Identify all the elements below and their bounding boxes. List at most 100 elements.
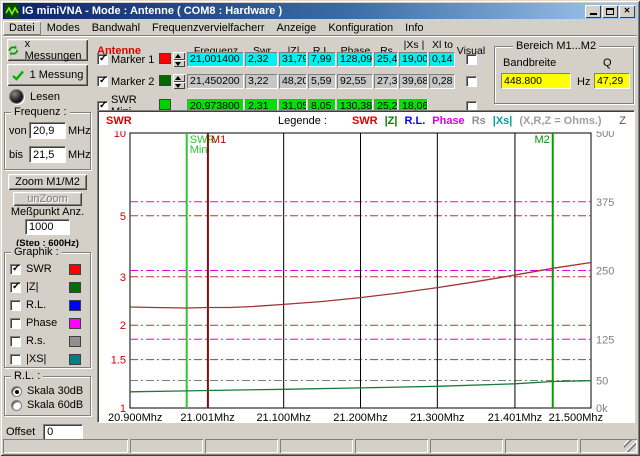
radio-button[interactable] [11,386,22,397]
multi-measure-button[interactable]: x Messungen [7,39,88,61]
app-icon [5,4,19,18]
radio-button[interactable] [11,400,22,411]
freq-to-input[interactable] [29,146,66,163]
menu-item-bandwahl[interactable]: Bandwahl [86,21,146,35]
menu-item-datei[interactable]: Datei [3,21,41,35]
color-swatch[interactable] [69,318,81,329]
legend-item: SWR [352,115,378,127]
status-bar [3,438,637,453]
right-axis-title: Z [619,115,626,127]
left-axis-title: SWR [106,115,132,127]
graph-checkbox[interactable] [10,354,21,365]
marker-value: 25,49 [374,52,398,67]
rl-option-1[interactable]: Skala 60dB [11,398,88,412]
points-label: Meßpunkt Anz. [0,206,95,218]
graph-checkbox[interactable]: ✓ [10,264,21,275]
single-measure-button[interactable]: 1 Messung [7,64,88,86]
freq-from-input[interactable] [29,122,66,139]
menu-item-info[interactable]: Info [399,21,429,35]
graph-item-z: ✓|Z| [10,278,85,296]
rl-box-title: R.L. : [11,370,43,382]
bereich-groupbox: Bereich M1...M2 Bandbreite Q 448.800 Hz … [494,46,634,104]
status-pane [280,439,353,453]
rl-option-0[interactable]: Skala 30dB [11,384,88,398]
color-swatch[interactable] [69,282,81,293]
read-indicator[interactable]: Lesen [10,90,60,103]
marker-color-swatch[interactable] [159,99,171,110]
marker-value: 128,09 [337,52,373,67]
color-swatch[interactable] [69,336,81,347]
visual-checkbox[interactable] [466,76,477,87]
graph-checkbox[interactable] [10,300,21,311]
q-label: Q [603,57,612,69]
x-tick-label: 21,100Mhz [256,412,310,421]
led-icon [10,90,23,103]
marker-value: 48,20 [279,74,307,89]
visual-checkbox[interactable] [466,54,477,65]
marker-spinner [173,74,185,89]
graph-item-xs: |XS| [10,350,85,368]
marker-spinner [173,52,185,67]
menu-item-frequenzvervielfacherr[interactable]: Frequenzvervielfacherr [146,21,271,35]
color-swatch[interactable] [69,354,81,365]
color-swatch[interactable] [69,264,81,275]
x-tick-label: 21,300Mhz [410,412,464,421]
zoom-m1-m2-button[interactable]: Zoom M1/M2 [8,174,87,190]
graph-item-swr: ✓SWR [10,260,85,278]
bandwidth-label: Bandbreite [503,57,556,69]
frequency-box-title: Frequenz : [11,106,70,118]
swr-tick-label: 2 [120,320,126,332]
menu-item-konfiguration[interactable]: Konfiguration [322,21,399,35]
menu-item-modes[interactable]: Modes [41,21,86,35]
marker-color-swatch[interactable] [159,75,171,86]
graph-item-rl: R.L. [10,296,85,314]
spin-up-button[interactable] [173,52,185,60]
maximize-button[interactable] [602,5,618,18]
x-tick-label: 21,401Mhz [488,412,542,421]
spin-down-button[interactable] [173,60,185,68]
marker-toggle[interactable]: ✓Marker 1 [97,54,159,66]
spin-down-button[interactable] [173,82,185,90]
chart-plot[interactable]: SWRMiniM1M2105321.51500375250125500k20,9… [99,131,633,421]
status-pane [580,439,637,453]
marker-value: 0,14 [429,52,455,67]
x-tick-label: 20,900Mhz [108,412,162,421]
x-tick-label: 21,200Mhz [333,412,387,421]
spin-up-button[interactable] [173,74,185,82]
graph-checkbox[interactable]: ✓ [10,282,21,293]
legend-item: R.L. [404,115,425,127]
marker-checkbox[interactable]: ✓ [97,76,108,87]
read-label: Lesen [30,91,60,103]
unzoom-button[interactable]: unZoom [13,192,82,206]
app-window: IG miniVNA - Mode : Antenne ( COM8 : Har… [0,0,640,456]
legend-item: |Xs| [493,115,513,127]
close-button[interactable]: ✕ [619,5,635,18]
points-input[interactable] [25,219,70,235]
marker-toggle[interactable]: ✓Marker 2 [97,76,159,88]
title-bar[interactable]: IG miniVNA - Mode : Antenne ( COM8 : Har… [3,3,637,19]
marker-color-swatch[interactable] [159,53,171,64]
graph-checkbox[interactable] [10,336,21,347]
bandwidth-value: 448.800 [501,73,571,89]
status-pane [505,439,578,453]
x-tick-label: 21,001Mhz [180,412,234,421]
graph-box-title: Graphik : [11,246,62,258]
minimize-button[interactable] [585,5,601,18]
marker-value: 5,59 [308,74,336,89]
marker-checkbox[interactable]: ✓ [97,54,108,65]
resize-grip[interactable] [624,440,636,452]
graph-checkbox[interactable] [10,318,21,329]
single-measure-label: 1 Messung [30,69,84,81]
menu-item-anzeige[interactable]: Anzeige [271,21,323,35]
color-swatch[interactable] [69,300,81,311]
marker-value: 31,79 [279,52,307,67]
graph-groupbox: Graphik : ✓SWR✓|Z|R.L.PhaseR.s.|XS| [4,252,91,368]
rl-option-label: Skala 30dB [27,385,83,397]
status-pane [430,439,503,453]
menu-bar: DateiModesBandwahlFrequenzvervielfacherr… [3,20,637,36]
z-tick-label: 50 [596,376,608,388]
z-tick-label: 250 [596,266,614,278]
refresh-icon [7,44,20,57]
graph-item-label: Phase [26,317,57,329]
x-tick-label: 21,500Mhz [549,412,603,421]
